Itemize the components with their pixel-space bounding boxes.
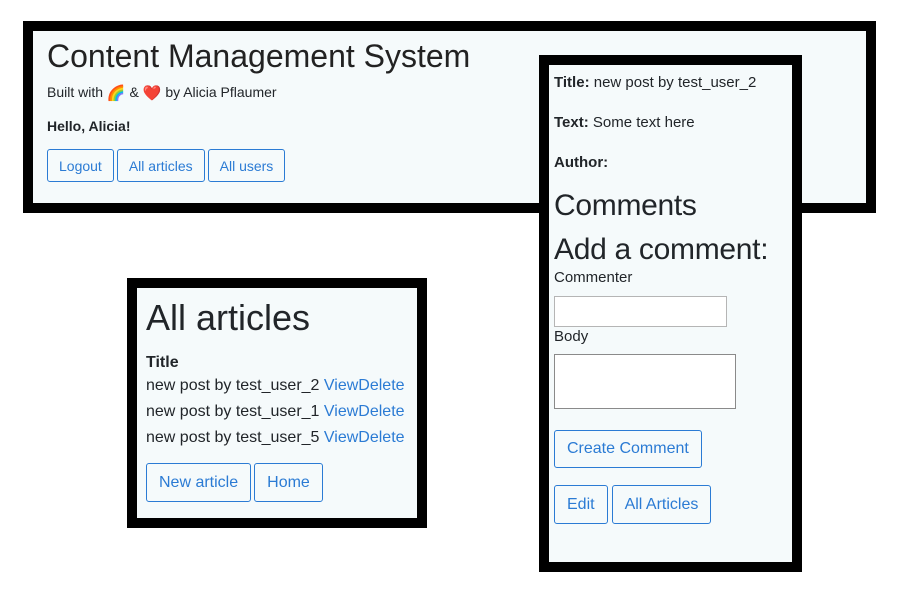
all-users-button[interactable]: All users	[207, 149, 286, 182]
title-value: new post by test_user_2	[593, 74, 757, 91]
built-with-prefix: Built with	[47, 84, 104, 100]
article-title: new post by test_user_2	[146, 377, 320, 394]
comments-heading: Comments	[554, 189, 697, 222]
delete-link[interactable]: Delete	[358, 377, 404, 394]
view-link[interactable]: View	[324, 377, 358, 394]
column-header-title: Title	[146, 354, 179, 371]
delete-link[interactable]: Delete	[358, 429, 404, 446]
view-link[interactable]: View	[324, 403, 358, 420]
text-key: Text:	[554, 114, 589, 131]
article-detail-panel: Title: new post by test_user_2 Text: Som…	[539, 55, 802, 572]
author-credit: by Alicia Pflaumer	[165, 84, 277, 100]
add-comment-heading: Add a comment:	[554, 233, 769, 266]
rainbow-icon: 🌈	[106, 85, 126, 102]
author-key: Author:	[554, 154, 609, 171]
title-key: Title:	[554, 74, 590, 91]
create-comment-button[interactable]: Create Comment	[554, 430, 702, 468]
heart-icon: ❤️	[142, 85, 162, 102]
article-author-field: Author:	[554, 152, 792, 174]
detail-actions: Edit All Articles	[554, 485, 792, 524]
ampersand: &	[129, 84, 139, 100]
article-text-field: Text: Some text here	[554, 112, 792, 134]
commenter-label: Commenter	[554, 269, 633, 286]
body-textarea[interactable]	[554, 354, 736, 409]
commenter-input[interactable]	[554, 296, 727, 327]
page-title: All articles	[146, 297, 311, 338]
edit-button[interactable]: Edit	[554, 485, 608, 524]
logout-button[interactable]: Logout	[47, 149, 114, 182]
text-value: Some text here	[592, 114, 695, 131]
table-row: new post by test_user_2 ViewDelete	[146, 373, 417, 399]
table-row: new post by test_user_5 ViewDelete	[146, 425, 417, 451]
articles-panel: All articles Title new post by test_user…	[127, 278, 427, 528]
body-label: Body	[554, 328, 589, 345]
delete-link[interactable]: Delete	[358, 403, 404, 420]
article-title: new post by test_user_5	[146, 429, 320, 446]
articles-actions: New article Home	[146, 463, 417, 502]
table-row: new post by test_user_1 ViewDelete	[146, 399, 417, 425]
new-article-button[interactable]: New article	[146, 463, 252, 502]
article-title-field: Title: new post by test_user_2	[554, 72, 792, 94]
all-articles-button[interactable]: All Articles	[611, 485, 712, 524]
article-title: new post by test_user_1	[146, 403, 320, 420]
home-button[interactable]: Home	[254, 463, 323, 502]
view-link[interactable]: View	[324, 429, 358, 446]
all-articles-button[interactable]: All articles	[116, 149, 205, 182]
articles-list: new post by test_user_2 ViewDelete new p…	[146, 373, 417, 451]
